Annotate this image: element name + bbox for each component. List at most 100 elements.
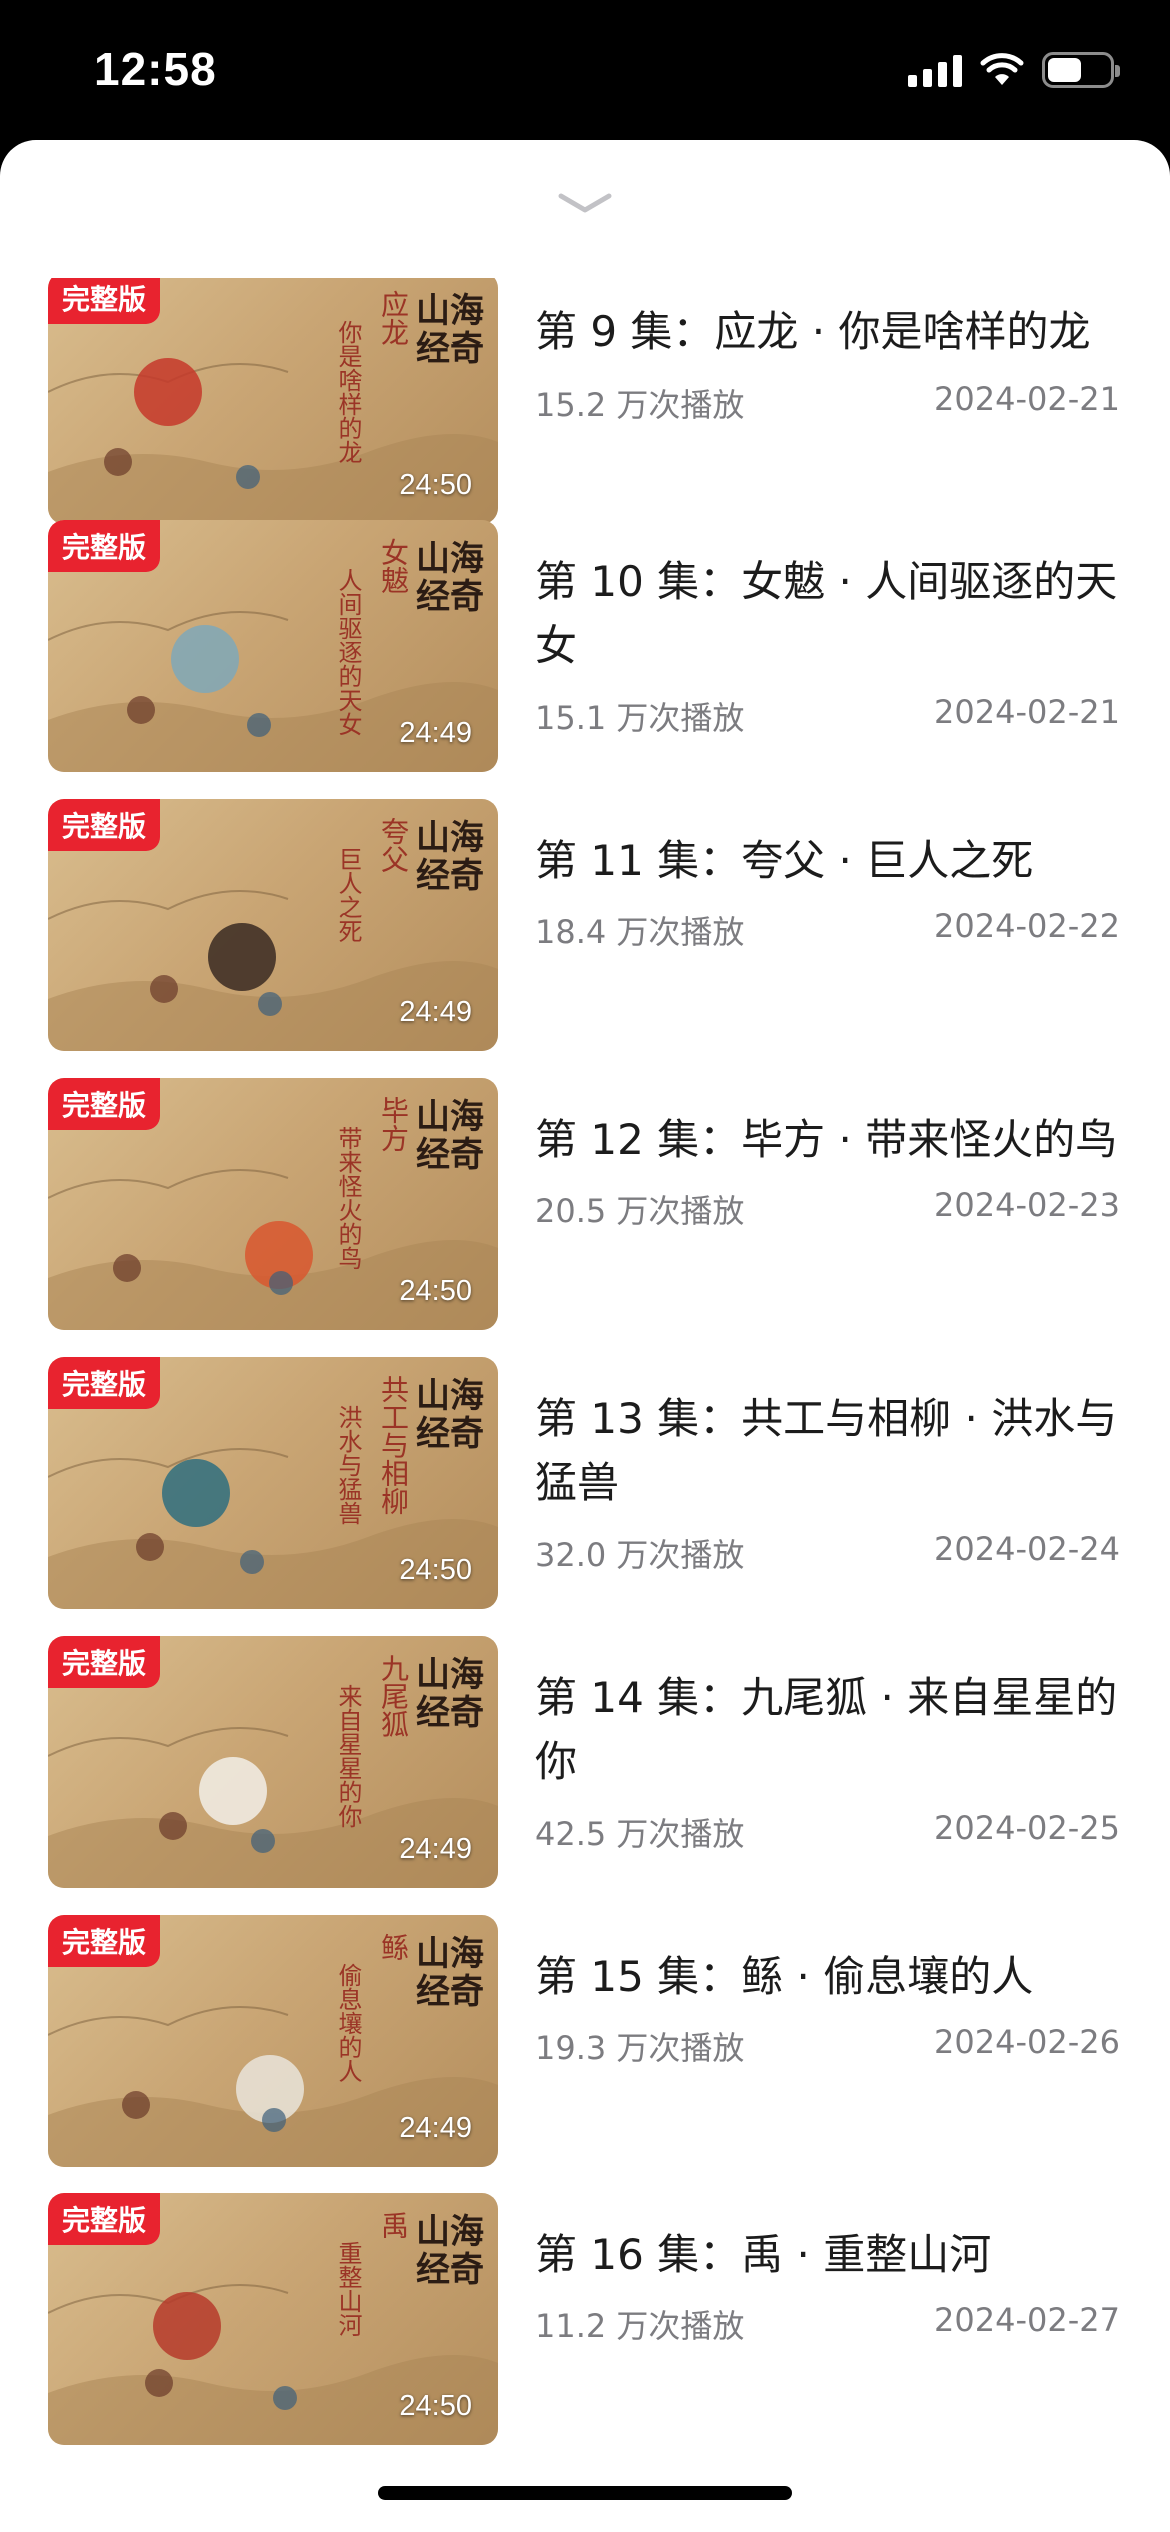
- view-count: 20.5 万次播放: [535, 1192, 745, 1230]
- full-version-badge: 完整版: [48, 278, 161, 324]
- thumbnail-title: 女魃: [377, 538, 410, 594]
- episode-list-item[interactable]: 夸父 巨人之死 山海经奇 完整版 24:49 第 11 集：夸父 · 巨人之死 …: [0, 799, 1170, 1051]
- full-version-badge: 完整版: [48, 1636, 161, 1688]
- video-duration: 24:50: [399, 2390, 472, 2422]
- episode-meta: 19.3 万次播放 2024-02-26: [535, 2023, 1120, 2069]
- video-duration: 24:49: [399, 996, 472, 1028]
- thumbnail-subtitle: 偷息壤的人: [334, 1963, 362, 2083]
- episode-info[interactable]: 第 15 集：鲧 · 偷息壤的人 19.3 万次播放 2024-02-26: [535, 1915, 1120, 2167]
- episode-title[interactable]: 第 13 集：共工与相柳 · 洪水与猛兽: [535, 1387, 1120, 1515]
- cellular-signal-icon: [908, 53, 962, 87]
- episode-thumbnail[interactable]: 夸父 巨人之死 山海经奇 完整版 24:49: [48, 799, 498, 1051]
- show-logo: 山海经奇: [416, 1934, 484, 2012]
- view-count: 19.3 万次播放: [535, 2029, 745, 2067]
- episode-title[interactable]: 第 9 集：应龙 · 你是啥样的龙: [535, 300, 1120, 364]
- episode-info[interactable]: 第 14 集：九尾狐 · 来自星星的你 42.5 万次播放 2024-02-25: [535, 1636, 1120, 1888]
- episode-list-item[interactable]: 毕方 带来怪火的鸟 山海经奇 完整版 24:50 第 12 集：毕方 · 带来怪…: [0, 1078, 1170, 1330]
- episode-meta: 11.2 万次播放 2024-02-27: [535, 2301, 1120, 2347]
- episode-title[interactable]: 第 15 集：鲧 · 偷息壤的人: [535, 1945, 1120, 2009]
- episode-list-item[interactable]: 禹 重整山河 山海经奇 完整版 24:50 第 16 集：禹 · 重整山河 11…: [0, 2193, 1170, 2445]
- thumbnail-subtitle: 人间驱逐的天女: [334, 568, 362, 736]
- episode-info[interactable]: 第 9 集：应龙 · 你是啥样的龙 15.2 万次播放 2024-02-21: [535, 278, 1120, 524]
- battery-icon: [1042, 52, 1120, 88]
- show-logo: 山海经奇: [416, 539, 484, 617]
- episode-meta: 42.5 万次播放 2024-02-25: [535, 1809, 1120, 1855]
- video-duration: 24:50: [399, 1554, 472, 1586]
- episode-list-item[interactable]: 女魃 人间驱逐的天女 山海经奇 完整版 24:49 第 10 集：女魃 · 人间…: [0, 520, 1170, 772]
- chevron-down-icon[interactable]: [555, 188, 615, 218]
- episode-thumbnail[interactable]: 毕方 带来怪火的鸟 山海经奇 完整版 24:50: [48, 1078, 498, 1330]
- episode-info[interactable]: 第 12 集：毕方 · 带来怪火的鸟 20.5 万次播放 2024-02-23: [535, 1078, 1120, 1330]
- show-logo: 山海经奇: [416, 1097, 484, 1175]
- episode-info[interactable]: 第 13 集：共工与相柳 · 洪水与猛兽 32.0 万次播放 2024-02-2…: [535, 1357, 1120, 1609]
- episode-list: 应龙 你是啥样的龙 山海经奇 完整版 24:50 第 9 集：应龙 · 你是啥样…: [0, 278, 1170, 2532]
- thumbnail-subtitle: 重整山河: [334, 2241, 362, 2337]
- publish-date: 2024-02-26: [934, 2023, 1120, 2061]
- thumbnail-title: 毕方: [377, 1096, 410, 1152]
- episode-meta: 32.0 万次播放 2024-02-24: [535, 1530, 1120, 1576]
- full-version-badge: 完整版: [48, 520, 161, 572]
- episode-meta: 20.5 万次播放 2024-02-23: [535, 1186, 1120, 1232]
- episode-info[interactable]: 第 11 集：夸父 · 巨人之死 18.4 万次播放 2024-02-22: [535, 799, 1120, 1051]
- episode-thumbnail[interactable]: 女魃 人间驱逐的天女 山海经奇 完整版 24:49: [48, 520, 498, 772]
- status-time: 12:58: [94, 43, 217, 95]
- episode-list-item[interactable]: 共工与相柳 洪水与猛兽 山海经奇 完整版 24:50 第 13 集：共工与相柳 …: [0, 1357, 1170, 1609]
- episode-thumbnail[interactable]: 禹 重整山河 山海经奇 完整版 24:50: [48, 2193, 498, 2445]
- publish-date: 2024-02-21: [934, 693, 1120, 731]
- view-count: 32.0 万次播放: [535, 1536, 745, 1574]
- show-logo: 山海经奇: [416, 1376, 484, 1454]
- publish-date: 2024-02-21: [934, 380, 1120, 418]
- video-duration: 24:49: [399, 1833, 472, 1865]
- publish-date: 2024-02-24: [934, 1530, 1120, 1568]
- show-logo: 山海经奇: [416, 291, 484, 369]
- full-version-badge: 完整版: [48, 1078, 161, 1130]
- episode-thumbnail[interactable]: 鲧 偷息壤的人 山海经奇 完整版 24:49: [48, 1915, 498, 2167]
- episode-title[interactable]: 第 11 集：夸父 · 巨人之死: [535, 829, 1120, 893]
- thumbnail-title: 应龙: [377, 290, 410, 346]
- publish-date: 2024-02-23: [934, 1186, 1120, 1224]
- episode-list-item[interactable]: 鲧 偷息壤的人 山海经奇 完整版 24:49 第 15 集：鲧 · 偷息壤的人 …: [0, 1915, 1170, 2167]
- episode-meta: 18.4 万次播放 2024-02-22: [535, 907, 1120, 953]
- thumbnail-title: 鲧: [377, 1933, 410, 1961]
- view-count: 42.5 万次播放: [535, 1815, 745, 1853]
- status-icons: [908, 52, 1120, 88]
- view-count: 15.1 万次播放: [535, 699, 745, 737]
- video-duration: 24:50: [399, 469, 472, 501]
- episode-title[interactable]: 第 14 集：九尾狐 · 来自星星的你: [535, 1666, 1120, 1794]
- episode-title[interactable]: 第 10 集：女魃 · 人间驱逐的天女: [535, 550, 1120, 678]
- thumbnail-subtitle: 带来怪火的鸟: [334, 1126, 362, 1270]
- episode-info[interactable]: 第 16 集：禹 · 重整山河 11.2 万次播放 2024-02-27: [535, 2193, 1120, 2445]
- full-version-badge: 完整版: [48, 1915, 161, 1967]
- thumbnail-subtitle: 来自星星的你: [334, 1684, 362, 1828]
- video-duration: 24:50: [399, 1275, 472, 1307]
- home-indicator[interactable]: [378, 2486, 792, 2500]
- thumbnail-title: 共工与相柳: [377, 1375, 410, 1515]
- episode-sheet: 应龙 你是啥样的龙 山海经奇 完整版 24:50 第 9 集：应龙 · 你是啥样…: [0, 140, 1170, 2532]
- episode-thumbnail[interactable]: 共工与相柳 洪水与猛兽 山海经奇 完整版 24:50: [48, 1357, 498, 1609]
- show-logo: 山海经奇: [416, 2212, 484, 2290]
- thumbnail-subtitle: 你是啥样的龙: [334, 320, 362, 464]
- view-count: 18.4 万次播放: [535, 913, 745, 951]
- video-duration: 24:49: [399, 2112, 472, 2144]
- episode-meta: 15.2 万次播放 2024-02-21: [535, 380, 1120, 426]
- episode-list-item[interactable]: 九尾狐 来自星星的你 山海经奇 完整版 24:49 第 14 集：九尾狐 · 来…: [0, 1636, 1170, 1888]
- thumbnail-subtitle: 洪水与猛兽: [334, 1405, 362, 1525]
- episode-title[interactable]: 第 16 集：禹 · 重整山河: [535, 2223, 1120, 2287]
- full-version-badge: 完整版: [48, 2193, 161, 2245]
- thumbnail-title: 禹: [377, 2211, 410, 2239]
- episode-thumbnail[interactable]: 九尾狐 来自星星的你 山海经奇 完整版 24:49: [48, 1636, 498, 1888]
- show-logo: 山海经奇: [416, 818, 484, 896]
- show-logo: 山海经奇: [416, 1655, 484, 1733]
- episode-info[interactable]: 第 10 集：女魃 · 人间驱逐的天女 15.1 万次播放 2024-02-21: [535, 520, 1120, 772]
- wifi-icon: [980, 53, 1024, 85]
- publish-date: 2024-02-27: [934, 2301, 1120, 2339]
- thumbnail-title: 九尾狐: [377, 1654, 410, 1738]
- view-count: 11.2 万次播放: [535, 2307, 745, 2345]
- status-bar: 12:58: [0, 0, 1170, 140]
- episode-title[interactable]: 第 12 集：毕方 · 带来怪火的鸟: [535, 1108, 1120, 1172]
- publish-date: 2024-02-25: [934, 1809, 1120, 1847]
- episode-meta: 15.1 万次播放 2024-02-21: [535, 693, 1120, 739]
- full-version-badge: 完整版: [48, 799, 161, 851]
- episode-thumbnail[interactable]: 应龙 你是啥样的龙 山海经奇 完整版 24:50: [48, 278, 498, 524]
- episode-list-item[interactable]: 应龙 你是啥样的龙 山海经奇 完整版 24:50 第 9 集：应龙 · 你是啥样…: [0, 278, 1170, 524]
